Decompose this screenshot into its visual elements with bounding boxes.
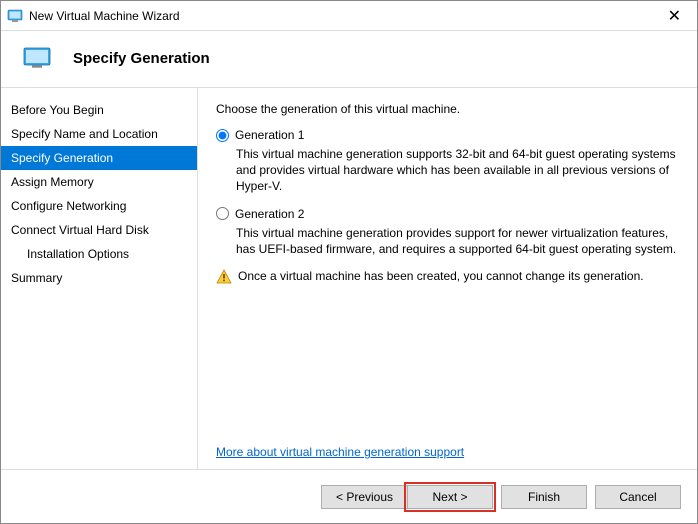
sidebar-item-connect-vhd[interactable]: Connect Virtual Hard Disk — [1, 218, 197, 242]
app-icon — [7, 8, 23, 24]
sidebar-item-label: Specify Name and Location — [11, 127, 158, 141]
header-icon — [23, 47, 51, 69]
page-title: Specify Generation — [73, 50, 210, 67]
wizard-header: Specify Generation — [1, 31, 697, 87]
radio-generation-1-row[interactable]: Generation 1 — [216, 128, 679, 142]
next-button[interactable]: Next > — [407, 485, 493, 509]
sidebar-item-label: Before You Begin — [11, 103, 104, 117]
sidebar-item-summary[interactable]: Summary — [1, 266, 197, 290]
titlebar-left: New Virtual Machine Wizard — [7, 8, 180, 24]
warning-row: Once a virtual machine has been created,… — [216, 269, 679, 285]
sidebar-item-assign-memory[interactable]: Assign Memory — [1, 170, 197, 194]
generation-1-description: This virtual machine generation supports… — [236, 146, 679, 195]
warning-text: Once a virtual machine has been created,… — [238, 269, 644, 283]
previous-button[interactable]: < Previous — [321, 485, 407, 509]
wizard-main-panel: Choose the generation of this virtual ma… — [197, 87, 697, 469]
warning-icon — [216, 269, 232, 285]
help-link[interactable]: More about virtual machine generation su… — [216, 445, 464, 459]
window-title: New Virtual Machine Wizard — [29, 9, 180, 23]
sidebar-item-before-you-begin[interactable]: Before You Begin — [1, 98, 197, 122]
sidebar-item-label: Assign Memory — [11, 175, 94, 189]
radio-generation-2-label: Generation 2 — [235, 207, 304, 221]
radio-generation-1[interactable] — [216, 129, 229, 142]
close-icon[interactable]: ✕ — [660, 6, 689, 26]
finish-button[interactable]: Finish — [501, 485, 587, 509]
cancel-button[interactable]: Cancel — [595, 485, 681, 509]
sidebar-item-specify-generation[interactable]: Specify Generation — [1, 146, 197, 170]
sidebar-item-label: Specify Generation — [11, 151, 113, 165]
radio-generation-2-row[interactable]: Generation 2 — [216, 207, 679, 221]
wizard-sidebar: Before You Begin Specify Name and Locati… — [1, 87, 197, 469]
radio-generation-1-label: Generation 1 — [235, 128, 304, 142]
content-area: Before You Begin Specify Name and Locati… — [1, 87, 697, 469]
sidebar-item-label: Configure Networking — [11, 199, 126, 213]
generation-2-description: This virtual machine generation provides… — [236, 225, 679, 257]
radio-generation-2[interactable] — [216, 207, 229, 220]
sidebar-item-configure-networking[interactable]: Configure Networking — [1, 194, 197, 218]
sidebar-item-label: Summary — [11, 271, 62, 285]
sidebar-item-specify-name[interactable]: Specify Name and Location — [1, 122, 197, 146]
instruction-text: Choose the generation of this virtual ma… — [216, 102, 679, 116]
sidebar-item-installation-options[interactable]: Installation Options — [1, 242, 197, 266]
wizard-footer: < Previous Next > Finish Cancel — [1, 469, 697, 523]
sidebar-item-label: Connect Virtual Hard Disk — [11, 223, 149, 237]
prev-next-pair: < Previous Next > — [321, 485, 493, 509]
sidebar-item-label: Installation Options — [27, 247, 129, 261]
titlebar: New Virtual Machine Wizard ✕ — [1, 1, 697, 31]
